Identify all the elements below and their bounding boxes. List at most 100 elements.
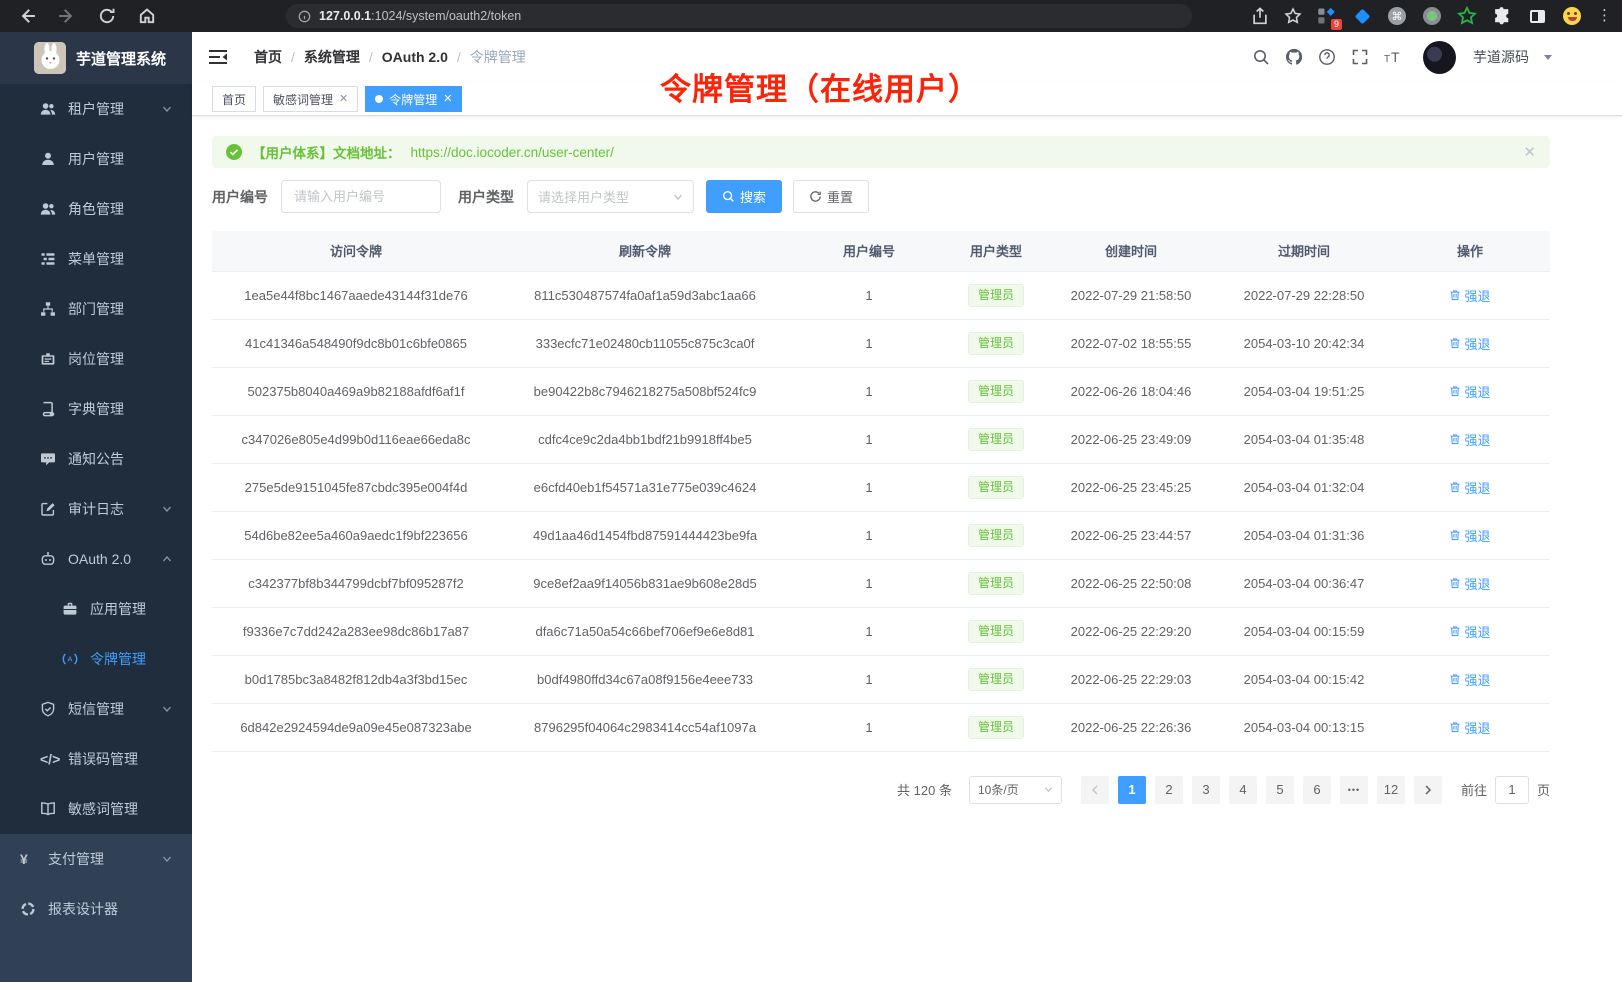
delete-icon bbox=[1449, 673, 1461, 685]
next-page-button[interactable] bbox=[1414, 776, 1442, 804]
force-logout-button[interactable]: 强退 bbox=[1449, 670, 1490, 689]
address-bar[interactable]: 127.0.0.1:1024/system/oauth2/token bbox=[286, 4, 1192, 28]
tab-token[interactable]: 令牌管理✕ bbox=[365, 86, 462, 112]
user-menu-caret-icon[interactable] bbox=[1544, 55, 1552, 64]
sidebar-collapse-icon[interactable] bbox=[208, 47, 228, 67]
sidebar-item-dict[interactable]: 字典管理 bbox=[0, 384, 192, 434]
sidebar-item-user[interactable]: 用户管理 bbox=[0, 134, 192, 184]
cell-user_type: 管理员 bbox=[948, 367, 1044, 415]
page-button-2[interactable]: 2 bbox=[1155, 776, 1183, 804]
page-button-3[interactable]: 3 bbox=[1192, 776, 1220, 804]
github-icon[interactable] bbox=[1285, 48, 1303, 66]
chevron-down-icon bbox=[162, 704, 172, 714]
tab-close-icon[interactable]: ✕ bbox=[443, 94, 452, 105]
browser-forward-icon[interactable] bbox=[58, 7, 76, 25]
force-logout-button[interactable]: 强退 bbox=[1449, 574, 1490, 593]
column-header-expires: 过期时间 bbox=[1218, 231, 1390, 271]
cell-created: 2022-06-25 22:26:36 bbox=[1044, 703, 1218, 751]
delete-icon bbox=[1449, 481, 1461, 493]
bookmark-star-icon[interactable] bbox=[1284, 7, 1302, 25]
page-ellipsis-button[interactable]: ••• bbox=[1340, 776, 1368, 804]
force-logout-button[interactable]: 强退 bbox=[1449, 430, 1490, 449]
fullscreen-icon[interactable] bbox=[1351, 48, 1369, 66]
force-logout-button[interactable]: 强退 bbox=[1449, 526, 1490, 545]
sidebar-item-pay[interactable]: ¥支付管理 bbox=[0, 834, 192, 884]
help-icon[interactable] bbox=[1318, 48, 1336, 66]
app-logo-bar[interactable]: 芋道管理系统 bbox=[0, 32, 192, 84]
page-button-4[interactable]: 4 bbox=[1229, 776, 1257, 804]
cell-refresh: e6cfd40eb1f54571a31e775e039c4624 bbox=[500, 463, 790, 511]
prev-page-button[interactable] bbox=[1081, 776, 1109, 804]
page-size-select[interactable]: 10条/页 bbox=[969, 776, 1062, 804]
search-button[interactable]: 搜索 bbox=[706, 180, 782, 213]
cell-refresh: 811c530487574fa0af1a59d3abc1aa66 bbox=[500, 271, 790, 319]
profile-avatar-icon[interactable] bbox=[1562, 6, 1582, 26]
sidebar-item-audit-log[interactable]: 审计日志 bbox=[0, 484, 192, 534]
sidebar-item-menu[interactable]: 菜单管理 bbox=[0, 234, 192, 284]
breadcrumb-item[interactable]: 系统管理 bbox=[304, 47, 360, 67]
extension-grid-icon[interactable]: 9 bbox=[1317, 6, 1337, 26]
force-logout-button[interactable]: 强退 bbox=[1449, 478, 1490, 497]
user-name[interactable]: 芋道源码 bbox=[1473, 47, 1529, 67]
user-type-select[interactable]: 请选择用户类型 bbox=[527, 180, 694, 213]
page-button-6[interactable]: 6 bbox=[1303, 776, 1331, 804]
sidebar-item-dept[interactable]: 部门管理 bbox=[0, 284, 192, 334]
breadcrumb: 首页/系统管理/OAuth 2.0/令牌管理 bbox=[254, 47, 526, 67]
sidebar-item-oauth2-token[interactable]: A令牌管理 bbox=[0, 634, 192, 684]
tab-home[interactable]: 首页 bbox=[212, 86, 256, 112]
alert-close-icon[interactable]: ✕ bbox=[1523, 143, 1536, 161]
browser-reload-icon[interactable] bbox=[98, 7, 116, 25]
user-id-input[interactable] bbox=[281, 180, 441, 213]
sidebar-item-tenant[interactable]: 租户管理 bbox=[0, 84, 192, 134]
tab-sensitive-word[interactable]: 敏感词管理✕ bbox=[263, 86, 358, 112]
goto-page-input[interactable] bbox=[1495, 776, 1529, 804]
cell-action: 强退 bbox=[1390, 271, 1550, 319]
page-button-1[interactable]: 1 bbox=[1118, 776, 1146, 804]
breadcrumb-item[interactable]: OAuth 2.0 bbox=[382, 49, 448, 65]
sidebar-item-sms[interactable]: 短信管理 bbox=[0, 684, 192, 734]
share-icon[interactable] bbox=[1251, 7, 1269, 25]
search-icon[interactable] bbox=[1252, 48, 1270, 66]
cell-action: 强退 bbox=[1390, 367, 1550, 415]
search-icon bbox=[722, 190, 735, 203]
extension-sidepanel-icon[interactable] bbox=[1527, 6, 1547, 26]
extension-star-icon[interactable] bbox=[1457, 6, 1477, 26]
extension-command-icon[interactable]: ⌘ bbox=[1387, 6, 1407, 26]
delete-icon bbox=[1449, 625, 1461, 637]
table-row: f9336e7c7dd242a283ee98dc86b17a87dfa6c71a… bbox=[212, 607, 1550, 655]
browser-menu-icon[interactable]: ⋮ bbox=[1597, 11, 1612, 21]
user-avatar[interactable] bbox=[1423, 41, 1456, 74]
extension-puzzle-icon[interactable] bbox=[1492, 6, 1512, 26]
force-logout-button[interactable]: 强退 bbox=[1449, 382, 1490, 401]
sidebar-item-post[interactable]: 岗位管理 bbox=[0, 334, 192, 384]
sidebar-item-oauth2[interactable]: OAuth 2.0 bbox=[0, 534, 192, 584]
sidebar-item-report-designer[interactable]: 报表设计器 bbox=[0, 884, 192, 934]
chevron-down-icon bbox=[1044, 785, 1053, 794]
font-size-icon[interactable]: TT bbox=[1384, 48, 1402, 66]
user-type-tag: 管理员 bbox=[968, 716, 1024, 739]
sidebar-item-error-code[interactable]: </>错误码管理 bbox=[0, 734, 192, 784]
page-button-5[interactable]: 5 bbox=[1266, 776, 1294, 804]
table-row: 502375b8040a469a9b82188afdf6af1fbe90422b… bbox=[212, 367, 1550, 415]
tab-close-icon[interactable]: ✕ bbox=[339, 94, 348, 105]
extension-record-icon[interactable] bbox=[1422, 6, 1442, 26]
breadcrumb-item[interactable]: 首页 bbox=[254, 47, 282, 67]
sidebar-item-notice[interactable]: 通知公告 bbox=[0, 434, 192, 484]
force-logout-button[interactable]: 强退 bbox=[1449, 622, 1490, 641]
users-icon bbox=[40, 201, 56, 217]
sidebar-item-role[interactable]: 角色管理 bbox=[0, 184, 192, 234]
browser-home-icon[interactable] bbox=[138, 7, 156, 25]
sidebar-item-sensitive-word[interactable]: 敏感词管理 bbox=[0, 784, 192, 834]
alert-doc-link[interactable]: https://doc.iocoder.cn/user-center/ bbox=[411, 145, 614, 160]
force-logout-button[interactable]: 强退 bbox=[1449, 334, 1490, 353]
site-info-icon[interactable] bbox=[298, 10, 311, 23]
extension-gem-icon[interactable] bbox=[1352, 6, 1372, 26]
force-logout-button[interactable]: 强退 bbox=[1449, 718, 1490, 737]
token-table: 访问令牌刷新令牌用户编号用户类型创建时间过期时间操作 1ea5e44f8bc14… bbox=[212, 231, 1550, 752]
page-button-12[interactable]: 12 bbox=[1377, 776, 1405, 804]
sidebar-item-oauth2-app[interactable]: 应用管理 bbox=[0, 584, 192, 634]
reset-button[interactable]: 重置 bbox=[793, 180, 869, 213]
user-type-tag: 管理员 bbox=[968, 380, 1024, 403]
browser-back-icon[interactable] bbox=[18, 7, 36, 25]
force-logout-button[interactable]: 强退 bbox=[1449, 286, 1490, 305]
